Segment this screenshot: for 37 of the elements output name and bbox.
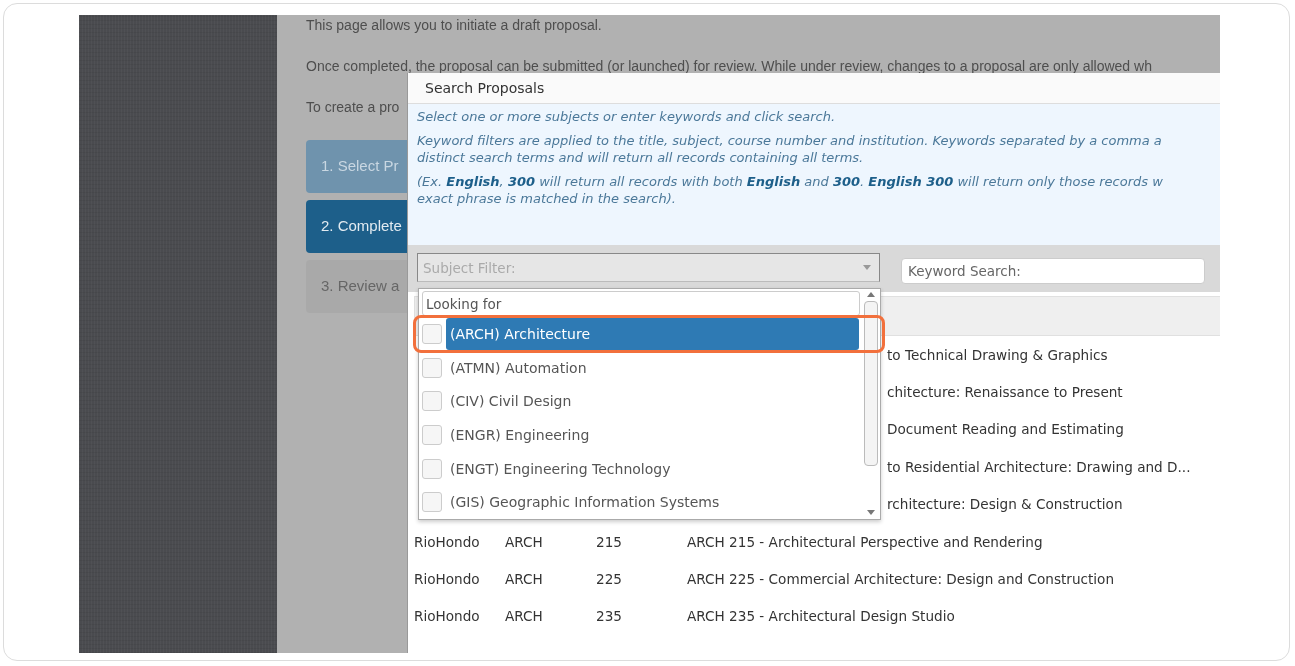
- table-cell-text: RioHondo: [414, 608, 481, 625]
- table-cell: Document Reading and Estimating: [887, 421, 1124, 438]
- table-cell-text: 225: [596, 571, 623, 588]
- subject-option[interactable]: (GIS) Geographic Information Systems: [446, 486, 859, 519]
- caret-icon: [863, 265, 871, 270]
- checkbox[interactable]: [422, 492, 442, 513]
- table-cell: ARCH 215 - Architectural Perspective and Rendering: [687, 533, 1043, 550]
- table-cell-text: ARCH: [505, 571, 544, 588]
- table-cell: to Technical Drawing & Graphics: [887, 346, 1108, 363]
- table-cell: ARCH 225 - Commercial Architecture: Design and Construction: [687, 571, 1115, 588]
- subject-option[interactable]: (ATMN) Automation: [446, 351, 859, 384]
- checkbox[interactable]: [422, 323, 442, 344]
- page-text: This page allows you to initiate a draft proposal.: [306, 17, 603, 34]
- table-cell-text: RioHondo: [414, 533, 481, 550]
- checkbox[interactable]: [422, 391, 442, 412]
- instruction-text: Select one or more subjects or enter keywords and click search.: [417, 108, 837, 125]
- subject-option[interactable]: (ENGR) Engineering: [446, 418, 859, 451]
- subject-option[interactable]: (ARCH) Architecture: [446, 317, 859, 350]
- checkbox[interactable]: [422, 357, 442, 378]
- checkbox[interactable]: [422, 424, 442, 445]
- table-cell: to Residential Architecture: Drawing and D...: [887, 458, 1191, 475]
- table-cell: rchitecture: Design & Construction: [887, 496, 1123, 513]
- page-text: Once completed, the proposal can be submitted (or launched) for review. While under review, changes to a proposal are only allowed wh: [306, 58, 1153, 75]
- scroll-down-icon[interactable]: [867, 510, 875, 515]
- table-cell-text: ARCH: [505, 533, 544, 550]
- keyword-search-field[interactable]: Keyword Search:: [901, 257, 1205, 284]
- subject-option[interactable]: (ENGT) Engineering Technology: [446, 452, 859, 485]
- table-cell: chitecture: Renaissance to Present: [887, 384, 1123, 401]
- table-cell-text: ARCH: [505, 608, 544, 625]
- table-cell-text: 235: [596, 608, 623, 625]
- table-cell-text: RioHondo: [414, 571, 481, 588]
- subject-search-field[interactable]: Looking for: [422, 291, 860, 316]
- dialog-title: Search Proposals: [425, 80, 545, 96]
- subject-option[interactable]: (CIV) Civil Design: [446, 385, 859, 418]
- table-cell: ARCH 235 - Architectural Design Studio: [687, 608, 955, 625]
- checkbox[interactable]: [422, 458, 442, 479]
- table-cell-text: 215: [596, 533, 623, 550]
